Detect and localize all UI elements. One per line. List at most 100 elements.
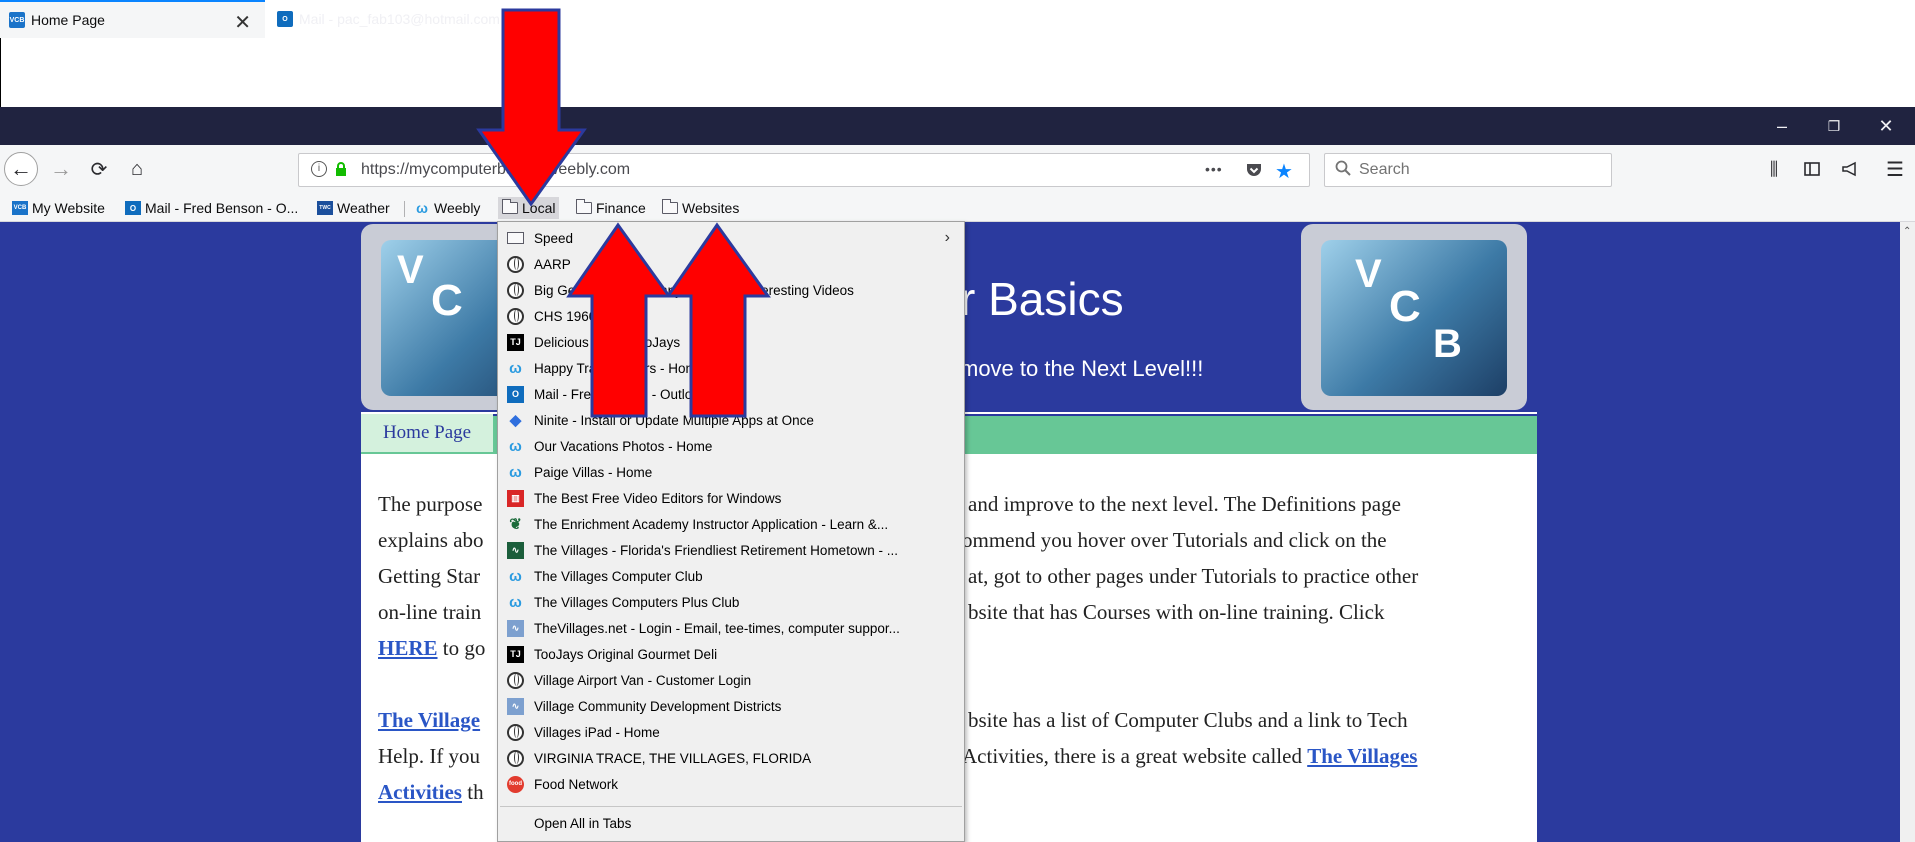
menu-item[interactable]: ω Paige Villas - Home <box>498 459 964 485</box>
vcb-favicon-icon: VCB <box>12 201 28 215</box>
site-subtitle: move to the Next Level!!! <box>960 356 1204 381</box>
menu-item-label: The Villages Computers Plus Club <box>534 594 740 610</box>
weebly-icon: ω <box>509 359 522 377</box>
menu-item[interactable]: Villages iPad - Home <box>498 719 964 745</box>
red-arrow-up-icon <box>665 222 771 418</box>
tab-bar <box>0 107 1915 145</box>
menu-item-label: The Enrichment Academy Instructor Applic… <box>534 516 889 532</box>
activities-link[interactable]: Activities <box>378 780 462 804</box>
paragraph-text: bsite that has Courses with on-line trai… <box>968 600 1385 624</box>
home-button[interactable]: ⌂ <box>120 152 154 186</box>
globe-icon <box>507 749 524 767</box>
globe-icon <box>507 671 524 689</box>
paragraph-text: to go <box>437 636 486 660</box>
menu-item[interactable]: TJ TooJays Original Gourmet Deli <box>498 641 964 667</box>
bookmark-label: Websites <box>682 200 740 216</box>
site-logo-right: V C B <box>1301 224 1527 410</box>
tab-title: Home Page <box>31 12 105 28</box>
menu-item[interactable]: ω The Villages Computer Club <box>498 563 964 589</box>
outlook-icon: O <box>507 385 524 403</box>
folder-icon <box>507 232 524 244</box>
paragraph-text: The Village <box>378 708 480 733</box>
menu-item-open-all-in-tabs[interactable]: Open All in Tabs <box>498 810 964 836</box>
tab-home-page[interactable]: VCB Home Page ✕ <box>0 0 265 38</box>
globe-icon <box>507 255 524 273</box>
menu-item-label: The Villages - Florida's Friendliest Ret… <box>534 542 898 558</box>
paragraph-text: The purpose <box>378 492 483 516</box>
menu-item[interactable]: ∿ Village Community Development Districts <box>498 693 964 719</box>
logo-letter: C <box>431 276 463 325</box>
bookmark-folder-websites[interactable]: Websites <box>662 197 739 219</box>
weebly-icon: ω <box>509 593 522 611</box>
paragraph-text: Activities, there is a great website cal… <box>962 744 1417 769</box>
sidebar-icon[interactable] <box>1795 152 1829 186</box>
globe-icon <box>507 723 524 741</box>
menu-item[interactable]: ▥ The Best Free Video Editors for Windows <box>498 485 964 511</box>
outlook-icon: O <box>125 201 141 215</box>
bookmark-label: My Website <box>32 200 105 216</box>
menu-separator <box>500 806 962 807</box>
bookmark-weather[interactable]: TWC Weather <box>317 197 390 219</box>
menu-hamburger-icon[interactable]: ☰ <box>1878 152 1912 186</box>
reload-button[interactable]: ⟳ <box>82 152 116 186</box>
toojays-icon: TJ <box>507 333 524 351</box>
menu-item[interactable]: Village Airport Van - Customer Login <box>498 667 964 693</box>
menu-item[interactable]: food Food Network <box>498 771 964 797</box>
menu-item-label: Paige Villas - Home <box>534 464 653 480</box>
paragraph-text: explains abo <box>378 528 484 552</box>
search-placeholder: Search <box>1359 161 1410 178</box>
chart-icon: ∿ <box>507 619 524 637</box>
menu-item[interactable]: ω Our Vacations Photos - Home <box>498 433 964 459</box>
paragraph-text: and improve to the next level. The Defin… <box>968 492 1401 516</box>
logo-letter: B <box>1433 322 1462 366</box>
scroll-up-arrow-icon[interactable]: ⌃ <box>1903 226 1911 237</box>
menu-item[interactable]: VIRGINIA TRACE, THE VILLAGES, FLORIDA <box>498 745 964 771</box>
paragraph-text: ommend you hover over Tutorials and clic… <box>962 528 1387 552</box>
here-link[interactable]: HERE <box>378 636 438 660</box>
search-icon <box>1335 160 1351 181</box>
site-nav-home[interactable]: Home Page <box>361 414 493 452</box>
pocket-icon[interactable] <box>1245 161 1263 184</box>
menu-item-label: Village Airport Van - Customer Login <box>534 672 752 688</box>
villages-link[interactable]: The Village <box>378 708 480 732</box>
leaf-icon: ❦ <box>509 516 522 533</box>
weebly-icon: ω <box>416 200 428 216</box>
menu-item-label: Our Vacations Photos - Home <box>534 438 713 454</box>
bookmark-weebly[interactable]: ω Weebly <box>414 197 480 219</box>
menu-item-label: TooJays Original Gourmet Deli <box>534 646 718 662</box>
megaphone-icon[interactable] <box>1833 152 1867 186</box>
url-bar[interactable]: i https://mycomputerbasics.weebly.com ••… <box>298 153 1310 187</box>
menu-item[interactable]: ∿ The Villages - Florida's Friendliest Re… <box>498 537 964 563</box>
red-grid-icon: ▥ <box>507 489 524 507</box>
restore-button[interactable]: ❐ <box>1808 107 1860 145</box>
forward-button[interactable]: → <box>44 152 78 186</box>
bookmark-star-icon[interactable]: ★ <box>1275 159 1293 184</box>
menu-item-label: Village Community Development Districts <box>534 698 782 714</box>
chart-icon: ∿ <box>507 697 524 715</box>
logo-letter: V <box>397 248 424 292</box>
back-button[interactable]: ← <box>4 152 38 186</box>
scrollbar[interactable]: ⌃ <box>1900 222 1915 842</box>
lock-icon <box>335 162 347 176</box>
menu-item-label: The Villages Computer Club <box>534 568 703 584</box>
red-arrow-down-icon <box>476 8 587 207</box>
page-actions-icon[interactable]: ••• <box>1205 161 1223 177</box>
library-icon[interactable]: ⫼ <box>1757 152 1791 186</box>
weebly-icon: ω <box>509 463 522 481</box>
minimize-button[interactable]: – <box>1756 107 1808 145</box>
bookmark-mail[interactable]: O Mail - Fred Benson - O... <box>125 197 298 219</box>
bookmark-label: Mail - Fred Benson - O... <box>145 200 299 216</box>
menu-item[interactable]: ω The Villages Computers Plus Club <box>498 589 964 615</box>
bookmark-separator <box>404 201 405 217</box>
paragraph-text: Help. If you <box>378 744 481 768</box>
info-icon[interactable]: i <box>311 161 327 177</box>
menu-item[interactable]: ∿ TheVillages.net - Login - Email, tee-ti… <box>498 615 964 641</box>
paragraph-text: Activities th <box>378 780 484 805</box>
menu-item[interactable]: ❦ The Enrichment Academy Instructor Appli… <box>498 511 964 537</box>
close-tab-icon[interactable]: ✕ <box>234 10 251 35</box>
search-bar[interactable]: Search <box>1324 153 1612 187</box>
villages-activities-link[interactable]: The Villages <box>1307 744 1417 768</box>
bookmark-my-website[interactable]: VCB My Website <box>12 197 105 219</box>
close-window-button[interactable]: ✕ <box>1860 107 1912 145</box>
